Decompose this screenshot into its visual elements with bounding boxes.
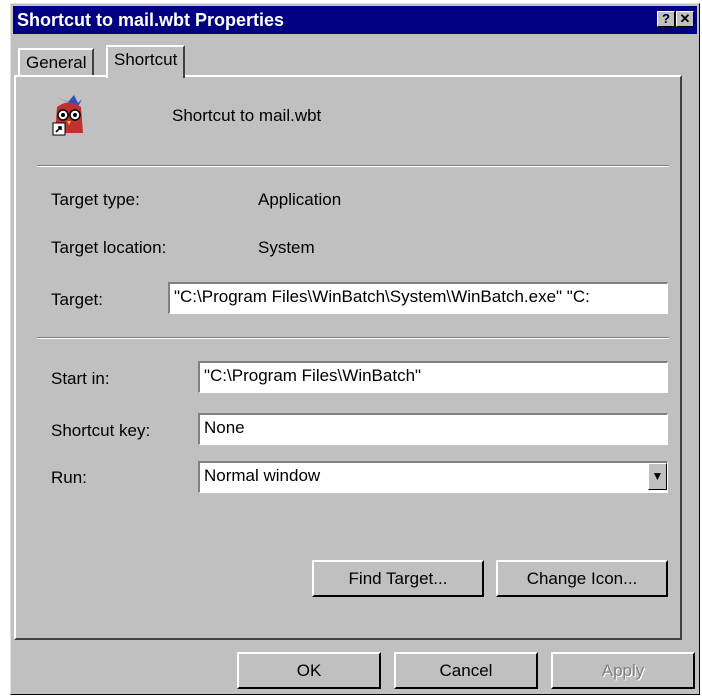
- tab-general-label: General: [26, 53, 87, 72]
- window-title: Shortcut to mail.wbt Properties: [17, 10, 285, 30]
- target-type-value: Application: [258, 190, 342, 209]
- target-label: Target:: [51, 290, 103, 309]
- tab-general[interactable]: General: [18, 48, 95, 76]
- start-in-label: Start in:: [51, 369, 110, 388]
- help-button[interactable]: ?: [657, 11, 675, 27]
- separator-top: [37, 165, 669, 167]
- close-button[interactable]: ✕: [676, 11, 694, 27]
- ok-button[interactable]: OK: [237, 652, 381, 689]
- start-in-field[interactable]: "C:\Program Files\WinBatch": [198, 361, 668, 393]
- shortcut-name: Shortcut to mail.wbt: [172, 106, 322, 125]
- cancel-button[interactable]: Cancel: [394, 652, 538, 689]
- change-icon-label: Change Icon...: [526, 569, 638, 588]
- tab-shortcut-label: Shortcut: [114, 50, 178, 69]
- shortcut-panel: [14, 75, 682, 640]
- tab-shortcut[interactable]: Shortcut: [106, 45, 186, 78]
- change-icon-button[interactable]: Change Icon...: [496, 560, 668, 597]
- target-field[interactable]: "C:\Program Files\WinBatch\System\WinBat…: [168, 282, 668, 314]
- apply-label: Apply: [601, 661, 645, 680]
- title-bar[interactable]: Shortcut to mail.wbt Properties ? ✕: [13, 6, 697, 34]
- run-select-value: Normal window: [204, 466, 321, 485]
- find-target-button[interactable]: Find Target...: [312, 560, 484, 597]
- cancel-label: Cancel: [439, 661, 493, 680]
- find-target-label: Find Target...: [348, 569, 448, 588]
- target-location-value: System: [258, 238, 315, 257]
- apply-button[interactable]: Apply: [551, 652, 695, 689]
- ok-label: OK: [296, 661, 322, 680]
- shortcut-key-field[interactable]: None: [198, 413, 668, 445]
- run-label: Run:: [51, 468, 87, 487]
- target-location-label: Target location:: [51, 238, 167, 257]
- shortcut-key-label: Shortcut key:: [51, 421, 151, 440]
- separator-middle: [37, 337, 669, 339]
- target-type-label: Target type:: [51, 190, 140, 209]
- run-select[interactable]: Normal window ▼: [198, 461, 668, 493]
- chevron-down-icon[interactable]: ▼: [648, 463, 667, 490]
- winbatch-owl-icon: [52, 95, 83, 136]
